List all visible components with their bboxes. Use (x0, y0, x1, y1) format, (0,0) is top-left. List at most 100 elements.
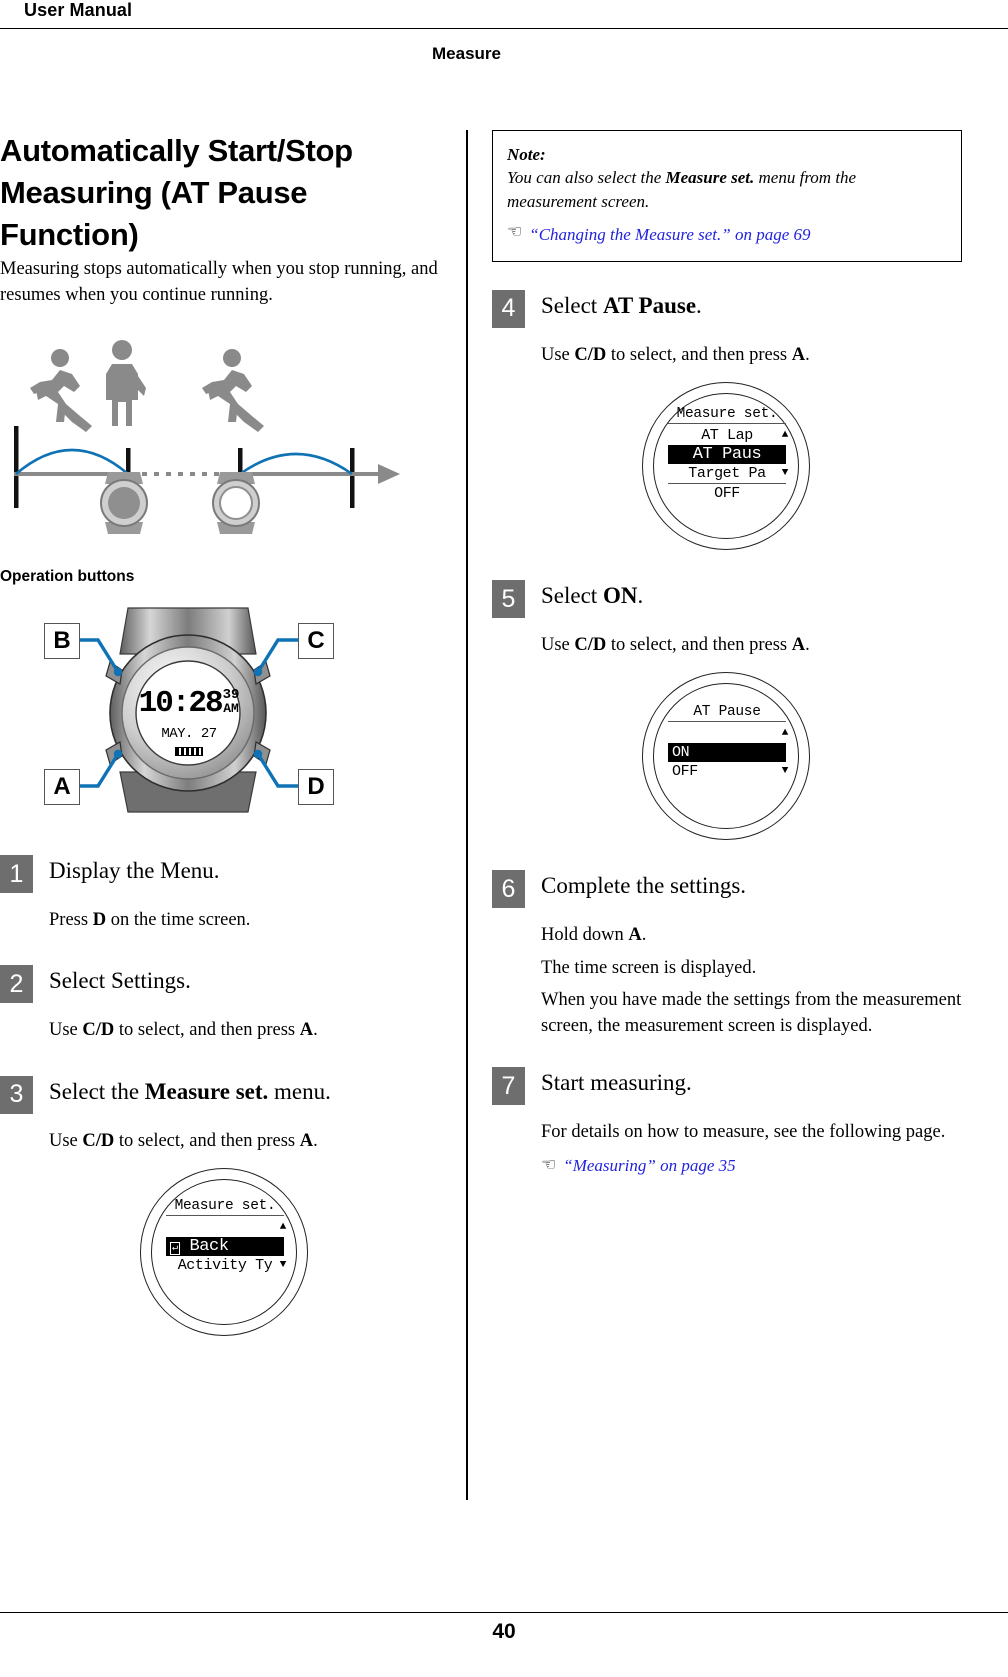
note-bold-term: Measure set. (665, 168, 755, 188)
right-column: Note: You can also select the Measure se… (492, 130, 962, 1176)
lcd-title: Measure set. (166, 1198, 284, 1216)
step-4-bold-term: AT Pause (602, 292, 697, 318)
scroll-up-icon: ▲ (279, 1220, 287, 1233)
manual-page: User Manual Measure Automatically Start/… (0, 0, 1008, 1677)
step-6-line-1: Hold down A. (541, 925, 647, 946)
lcd-screen-at-pause-on-off: AT Pause ▲ ON OFF ▼ (642, 672, 812, 842)
scroll-up-icon: ▲ (781, 727, 789, 740)
scroll-up-icon: ▲ (781, 429, 789, 442)
callout-dot-d (253, 749, 263, 759)
step-number-6: 6 (492, 870, 525, 909)
step-number-5: 5 (492, 580, 525, 619)
step-2-line-1: Use C/D to select, and then press A. (49, 1020, 318, 1041)
step-number-4: 4 (492, 289, 525, 328)
step-number-7: 7 (492, 1067, 525, 1106)
step-5-line-1: Use C/D to select, and then press A. (541, 635, 810, 656)
callout-label-d: D (298, 769, 334, 806)
watch-icon-stop (100, 472, 148, 535)
step-number-2: 2 (0, 965, 33, 1004)
step-5-bold-term: ON (602, 583, 638, 609)
standing-person-icon (106, 340, 146, 427)
step-title-4: Select AT Pause. (541, 292, 702, 318)
step-5: 5 Select ON. Use C/D to select, and then… (492, 578, 962, 842)
step-1: 1 Display the Menu. Press D on the time … (0, 853, 450, 933)
step-3: 3 Select the Measure set. menu. Use C/D … (0, 1074, 450, 1338)
lcd-row-off: OFF ▼ (672, 763, 789, 781)
step-title-6: Complete the settings. (541, 873, 747, 899)
lcd-screen-measure-set-back: Measure set. ▲ ↵ Back Activity Ty ▼ (140, 1167, 310, 1338)
runner-icon-2 (202, 349, 264, 433)
lcd-row-target-pace: Target Pa ▼ (688, 465, 789, 483)
battery-icon (175, 747, 203, 757)
step-6-line-3: When you have made the settings from the… (541, 989, 962, 1037)
note-box: Note: You can also select the Measure se… (492, 130, 962, 262)
lcd-row-at-pause: AT Paus (668, 445, 786, 465)
watch-face-time: 10:28 (138, 686, 224, 722)
callout-label-b: B (44, 623, 80, 660)
lcd-row-on: ON (668, 743, 786, 763)
at-pause-timeline-figure (0, 330, 420, 535)
watch-face-readout: 10:28 39 AM MAY. 27 (139, 688, 239, 757)
runner-icon-1 (30, 349, 92, 433)
intro-paragraph: Measuring stops automatically when you s… (0, 258, 438, 305)
callout-label-a: A (44, 769, 80, 806)
step-title-1: Display the Menu. (49, 858, 220, 884)
header-chapter-title: Measure (432, 44, 501, 63)
lcd-screen-at-pause-select: Measure set. AT Lap ▲ AT Paus Target Pa … (642, 382, 812, 552)
step-6-line-2: The time screen is displayed. (541, 957, 757, 978)
note-text: You can also select the Measure set. men… (507, 168, 857, 211)
callout-dot-b (113, 667, 123, 677)
step-3-line-1: Use C/D to select, and then press A. (49, 1130, 318, 1151)
step-7-xref-row: ☜ “Measuring” on page 35 (541, 1156, 962, 1176)
watch-face-date: MAY. 27 (161, 726, 217, 743)
lcd-row-value-off: OFF (668, 483, 786, 503)
lcd-row-back: ↵ Back (166, 1236, 284, 1256)
xref-measuring[interactable]: “Measuring” on page 35 (563, 1156, 735, 1176)
step-4-line-1: Use C/D to select, and then press A. (541, 344, 810, 365)
step-7: 7 Start measuring. For details on how to… (492, 1065, 962, 1175)
step-title-7: Start measuring. (541, 1070, 692, 1096)
lcd-row-at-lap: AT Lap ▲ (701, 427, 789, 445)
callout-dot-c (253, 667, 263, 677)
header-divider (0, 28, 1008, 29)
step-title-3: Select the Measure set. menu. (49, 1078, 331, 1104)
watch-face-seconds: 39 (222, 687, 240, 704)
note-label: Note: (507, 145, 546, 164)
step-1-line-1: Press D on the time screen. (49, 910, 251, 931)
xref-changing-measure-set[interactable]: “Changing the Measure set.” on page 69 (529, 223, 810, 246)
step-4-screen-figure: Measure set. AT Lap ▲ AT Paus Target Pa … (492, 382, 962, 552)
page-title: Automatically Start/Stop Measuring (AT P… (0, 133, 353, 252)
step-title-2: Select Settings. (49, 968, 191, 994)
watch-face-ampm: AM (223, 701, 239, 717)
pointing-hand-icon: ☜ (507, 222, 523, 242)
lcd-scroll-up-row: ▲ (166, 1218, 287, 1237)
scroll-down-icon: ▼ (781, 765, 789, 778)
step-number-3: 3 (0, 1075, 33, 1114)
step-number-1: 1 (0, 855, 33, 894)
back-arrow-icon: ↵ (170, 1241, 180, 1255)
left-column: Automatically Start/Stop Measuring (AT P… (0, 130, 450, 1338)
step-4: 4 Select AT Pause. Use C/D to select, an… (492, 288, 962, 552)
callout-dot-a (113, 749, 123, 759)
step-3-screen-figure: Measure set. ▲ ↵ Back Activity Ty ▼ (0, 1167, 450, 1338)
step-2: 2 Select Settings. Use C/D to select, an… (0, 963, 450, 1043)
step-6: 6 Complete the settings. Hold down A. Th… (492, 868, 962, 1039)
operation-buttons-figure: 10:28 39 AM MAY. 27 B C A D (0, 600, 380, 815)
timeline-watch-icons (100, 472, 260, 535)
lcd-row-activity-type: Activity Ty ▼ (177, 1256, 287, 1274)
note-xref-row: ☜ “Changing the Measure set.” on page 69 (507, 223, 947, 246)
operation-buttons-heading: Operation buttons (0, 568, 135, 586)
column-divider (466, 130, 468, 1500)
scroll-down-icon: ▼ (279, 1258, 287, 1271)
scroll-down-icon: ▼ (781, 467, 789, 480)
lcd-title: AT Pause (668, 704, 786, 723)
step-7-line-1: For details on how to measure, see the f… (541, 1122, 946, 1143)
lcd-title: Measure set. (668, 406, 786, 425)
callout-label-c: C (298, 623, 334, 660)
step-5-screen-figure: AT Pause ▲ ON OFF ▼ (492, 672, 962, 842)
page-number: 40 (492, 1620, 516, 1643)
watch-icon-start (212, 472, 260, 535)
step-title-5: Select ON. (541, 583, 644, 609)
header-manual-label: User Manual (24, 0, 133, 20)
footer-divider (0, 1612, 1008, 1613)
